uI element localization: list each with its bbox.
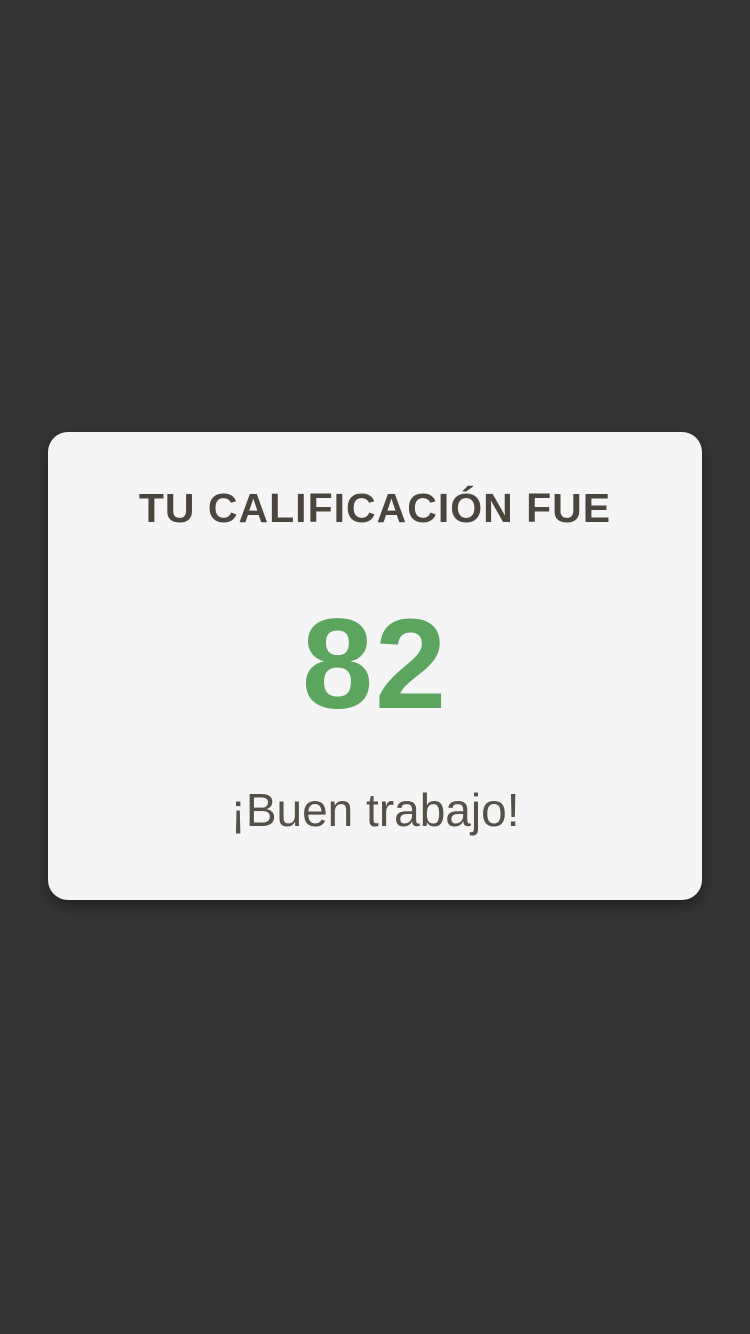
score-heading: TU CALIFICACIÓN FUE (138, 485, 612, 531)
feedback-message: ¡Buen trabajo! (230, 784, 520, 836)
score-card: TU CALIFICACIÓN FUE 82 ¡Buen trabajo! (48, 432, 702, 900)
score-value: 82 (301, 593, 449, 736)
